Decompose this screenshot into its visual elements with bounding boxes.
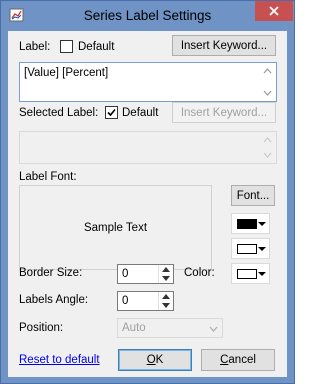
ok-button[interactable]: OK: [118, 349, 192, 371]
scroll-down-icon[interactable]: [263, 90, 272, 96]
close-button[interactable]: [255, 1, 293, 21]
label-default-text: Default: [78, 41, 115, 53]
label-text-input[interactable]: [Value] [Percent]: [19, 62, 277, 102]
labels-angle-caption: Labels Angle:: [19, 294, 89, 306]
label-text-value: [Value] [Percent]: [24, 67, 109, 79]
chevron-down-icon: [258, 222, 266, 226]
dialog-body: Label: Default Insert Keyword... [Value]…: [8, 31, 287, 377]
cancel-button[interactable]: Cancel: [201, 349, 275, 371]
step-up-icon[interactable]: [162, 294, 170, 299]
border-size-stepper[interactable]: 0: [117, 264, 174, 284]
selected-label-text-input[interactable]: [19, 131, 277, 164]
border-size-caption: Border Size:: [19, 267, 83, 279]
step-down-icon[interactable]: [162, 303, 170, 308]
border-color-picker[interactable]: [231, 263, 270, 284]
selected-label-default-text: Default: [122, 107, 159, 119]
chevron-down-icon: [258, 247, 266, 251]
border-size-value: 0: [122, 268, 129, 280]
back-color-swatch: [237, 244, 257, 254]
step-down-icon[interactable]: [162, 276, 170, 281]
position-value: Auto: [122, 322, 146, 334]
position-select[interactable]: Auto: [117, 318, 223, 338]
label-caption: Label:: [19, 41, 51, 53]
position-caption: Position:: [19, 322, 64, 334]
window-title: Series Label Settings: [83, 8, 212, 23]
chevron-down-icon: [209, 326, 218, 332]
label-font-caption: Label Font:: [19, 171, 77, 183]
close-icon: [269, 6, 279, 16]
text-color-swatch: [237, 219, 257, 229]
reset-to-default-link[interactable]: Reset to default: [19, 354, 100, 366]
scroll-down-icon[interactable]: [263, 152, 272, 158]
scroll-up-icon[interactable]: [263, 137, 272, 143]
label-insert-keyword-button[interactable]: Insert Keyword...: [172, 35, 276, 56]
labels-angle-value: 0: [122, 295, 129, 307]
border-color-swatch: [237, 269, 257, 279]
label-text-scrollbar[interactable]: [260, 64, 275, 100]
selected-label-insert-keyword-button[interactable]: Insert Keyword...: [172, 102, 276, 123]
font-sample-preview: Sample Text: [19, 185, 212, 270]
selected-label-caption: Selected Label:: [19, 107, 99, 119]
title-bar[interactable]: Series Label Settings: [1, 1, 294, 30]
text-color-picker[interactable]: [231, 213, 270, 234]
scroll-up-icon[interactable]: [263, 68, 272, 74]
label-default-checkbox[interactable]: [60, 40, 73, 53]
chevron-down-icon: [258, 272, 266, 276]
stepper-buttons[interactable]: [158, 265, 173, 283]
selected-label-scrollbar[interactable]: [260, 133, 275, 162]
checkmark-icon: [107, 108, 116, 117]
dialog-window: Series Label Settings Label: Default Ins…: [0, 0, 295, 384]
sample-text: Sample Text: [83, 221, 148, 234]
stepper-buttons[interactable]: [158, 292, 173, 310]
border-color-caption: Color:: [184, 267, 215, 279]
selected-label-default-checkbox[interactable]: [105, 106, 118, 119]
labels-angle-stepper[interactable]: 0: [117, 291, 174, 311]
back-color-picker[interactable]: [231, 238, 270, 259]
step-up-icon[interactable]: [162, 267, 170, 272]
font-button[interactable]: Font...: [231, 185, 275, 206]
